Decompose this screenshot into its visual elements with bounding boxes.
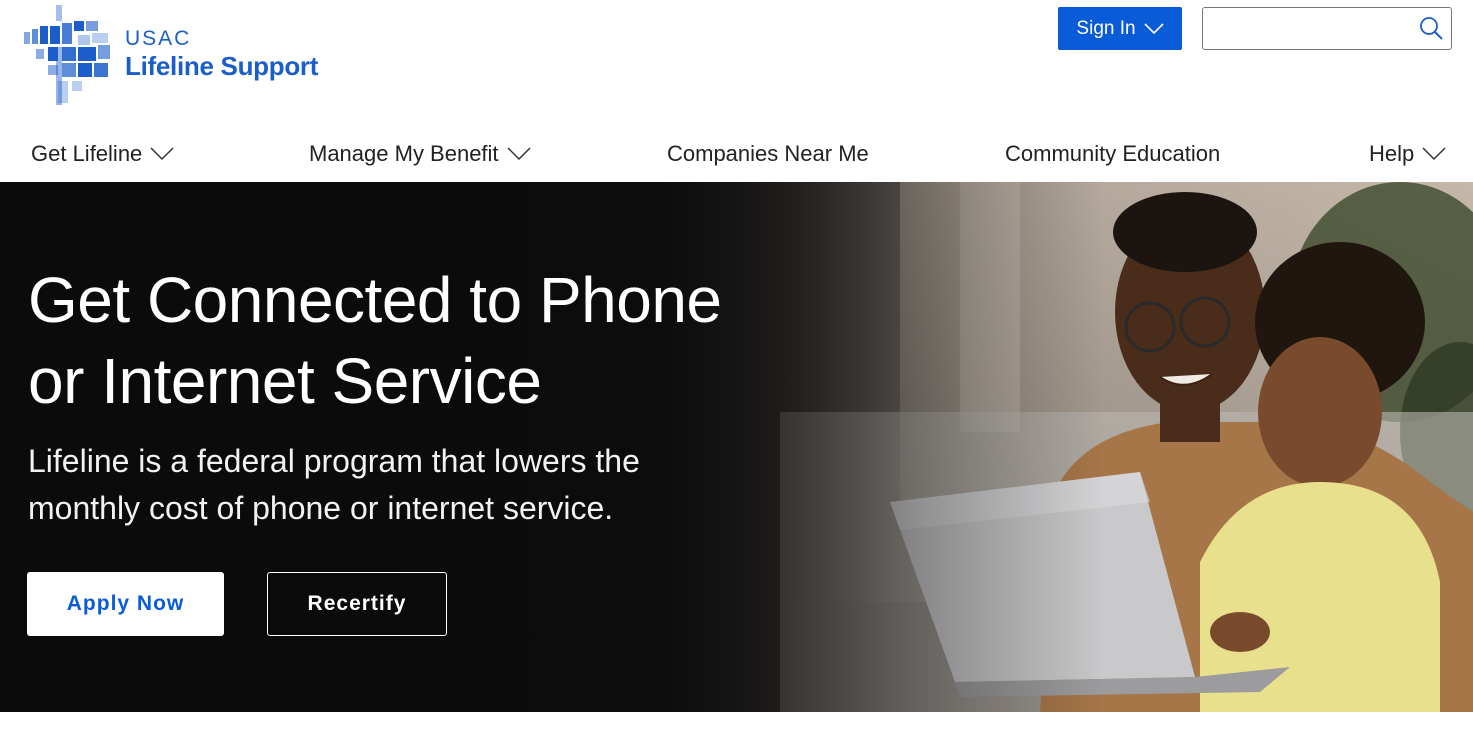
chevron-down-icon — [507, 147, 531, 161]
recertify-button[interactable]: Recertify — [267, 572, 447, 636]
usac-pixel-mark-icon — [24, 5, 110, 105]
main-nav: Get Lifeline Manage My Benefit Companies… — [0, 128, 1473, 180]
nav-item-community-education[interactable]: Community Education — [1005, 138, 1220, 170]
search-input[interactable] — [1209, 12, 1409, 45]
nav-item-manage-my-benefit[interactable]: Manage My Benefit — [309, 138, 531, 170]
nav-item-label: Community Education — [1005, 141, 1221, 166]
site-logo-link[interactable]: USAC Lifeline Support — [22, 5, 332, 105]
nav-item-help[interactable]: Help — [1369, 138, 1446, 170]
sign-in-button[interactable]: Sign In — [1058, 7, 1182, 50]
nav-item-label: Help — [1369, 141, 1415, 166]
nav-item-label: Manage My Benefit — [309, 141, 499, 166]
chevron-down-icon — [150, 147, 174, 161]
nav-item-get-lifeline[interactable]: Get Lifeline — [31, 138, 174, 170]
apply-now-button[interactable]: Apply Now — [27, 572, 224, 636]
nav-item-companies-near-me[interactable]: Companies Near Me — [667, 138, 869, 170]
chevron-down-icon — [1144, 22, 1164, 34]
chevron-down-icon — [1422, 147, 1446, 161]
hero-banner: Get Connected to Phone or Internet Servi… — [0, 182, 1473, 712]
nav-item-label: Get Lifeline — [31, 141, 143, 166]
search-box — [1202, 7, 1452, 50]
site-header: USAC Lifeline Support Sign In — [0, 0, 1473, 120]
nav-item-label: Companies Near Me — [667, 141, 869, 166]
hero-title: Get Connected to Phone or Internet Servi… — [28, 264, 722, 417]
brand-name: Lifeline Support — [125, 51, 319, 81]
search-icon — [1420, 17, 1443, 40]
sign-in-label: Sign In — [1076, 17, 1136, 39]
brand-org: USAC — [125, 27, 192, 50]
search-button[interactable] — [1415, 14, 1447, 44]
hero-subtitle: Lifeline is a federal program that lower… — [28, 443, 640, 526]
